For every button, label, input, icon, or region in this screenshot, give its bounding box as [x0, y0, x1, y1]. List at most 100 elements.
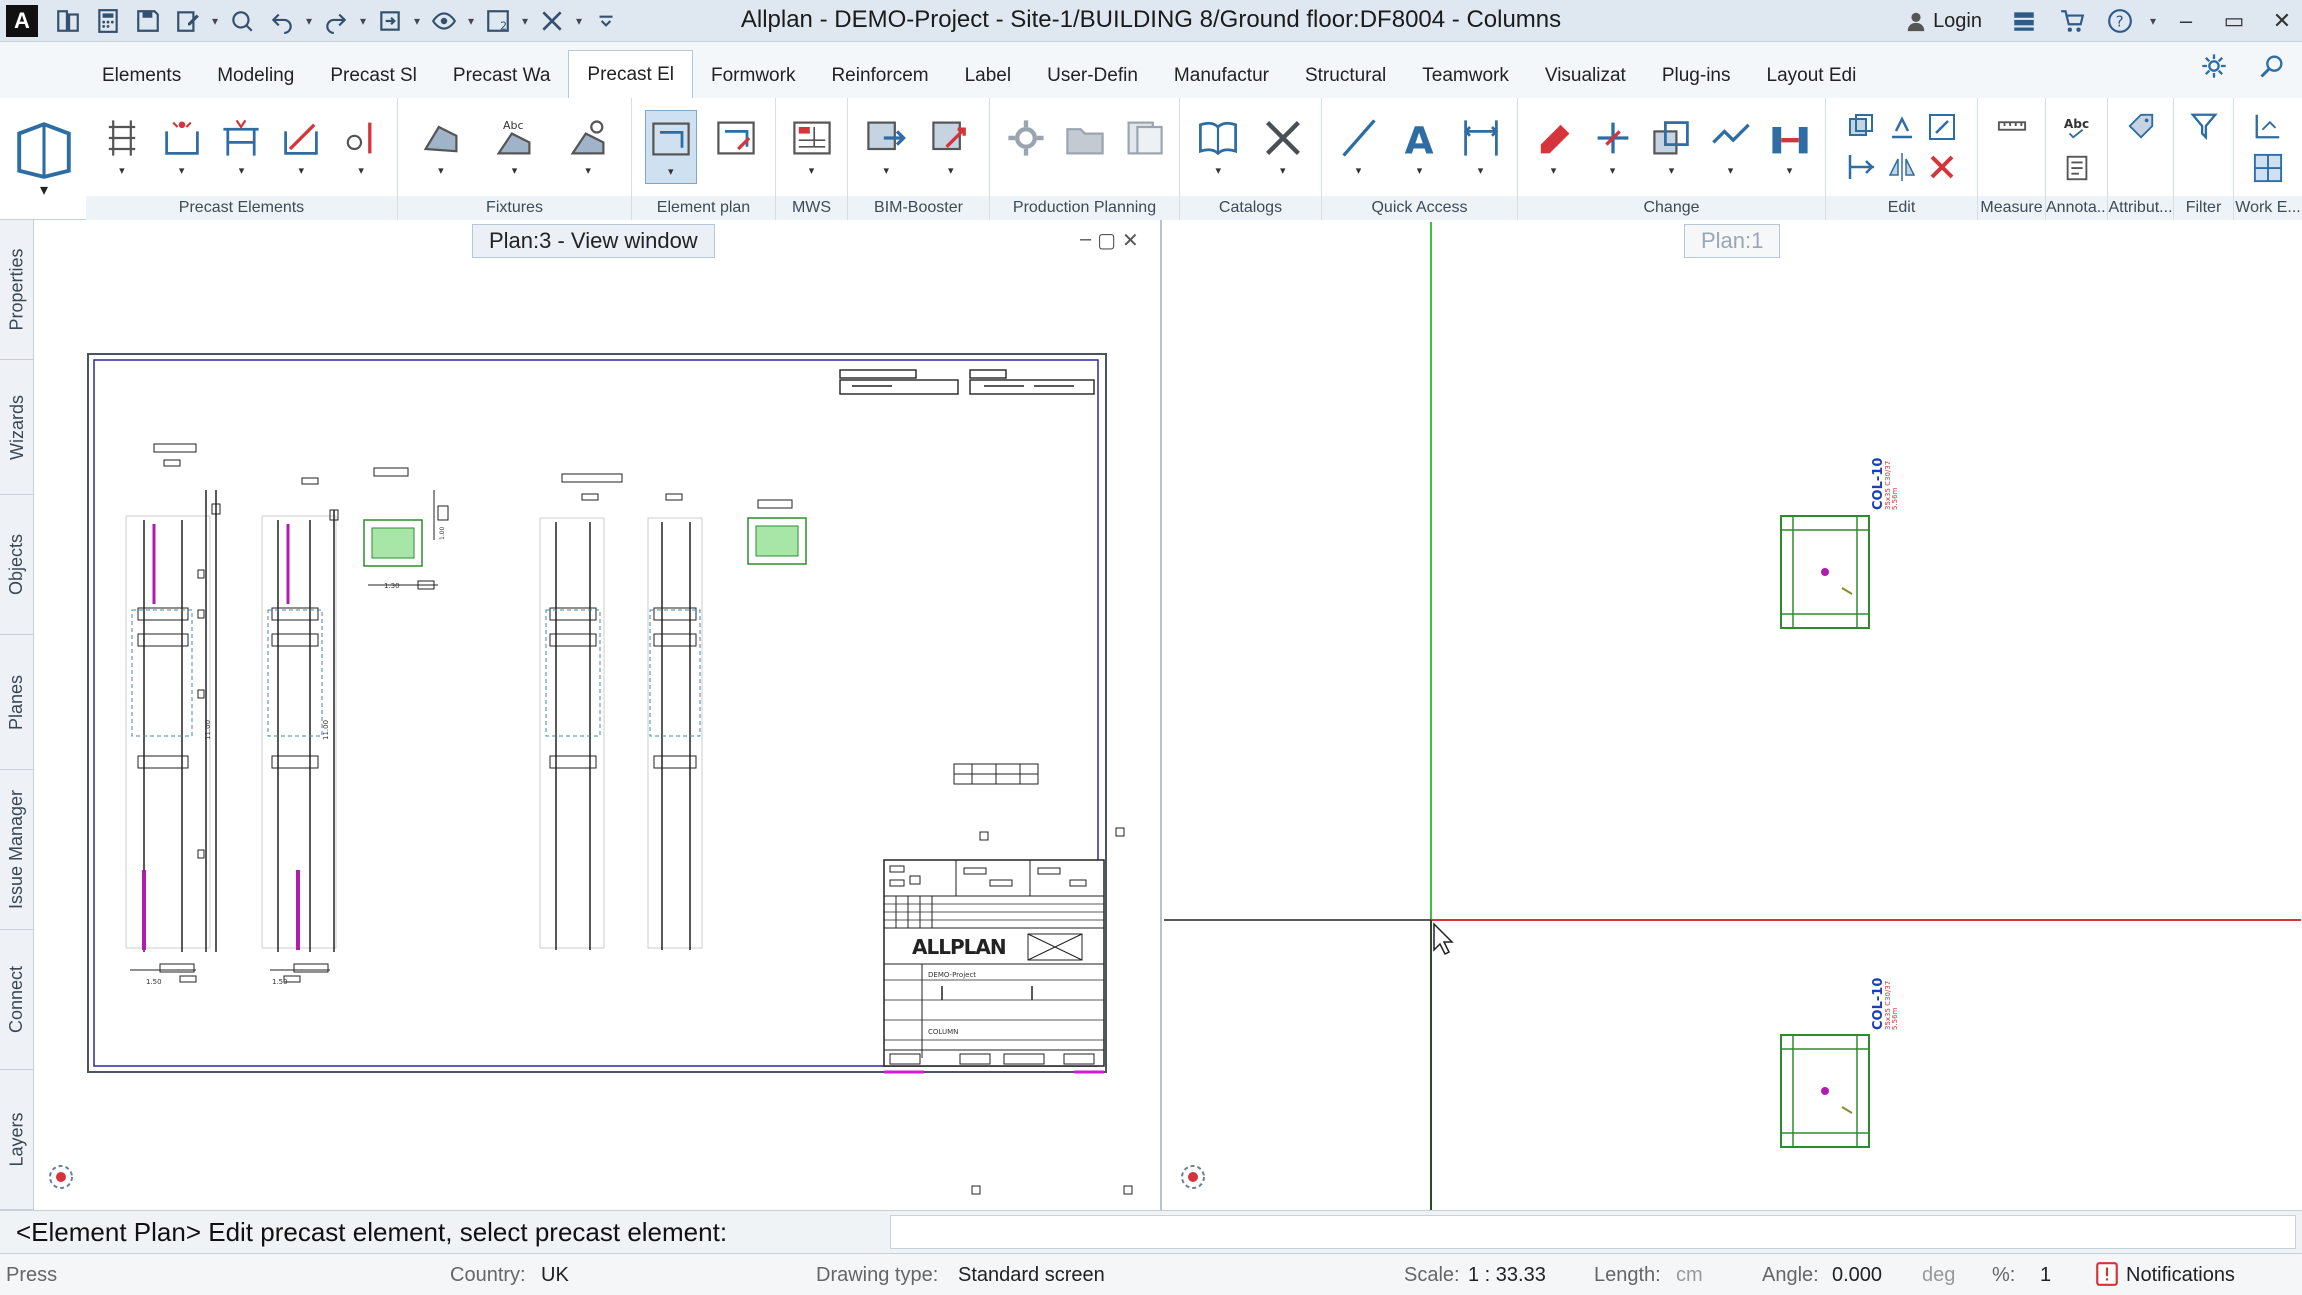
chevron-down-icon[interactable]: ▾ — [304, 14, 314, 28]
column-section-2[interactable] — [747, 499, 807, 565]
mirror-icon[interactable] — [1886, 151, 1918, 183]
undo-icon[interactable] — [264, 5, 300, 37]
column-section-1[interactable]: 1.00 1.30 — [363, 467, 449, 590]
project-icon[interactable] — [50, 5, 86, 37]
minimize-icon[interactable]: – — [2166, 1, 2206, 41]
tab-manufacture[interactable]: Manufactur — [1156, 54, 1287, 98]
redo-icon[interactable] — [318, 5, 354, 37]
title-block[interactable]: ALLPLAN DEMO-Project COLUMN — [883, 859, 1105, 1074]
status-angle-unit[interactable]: deg — [1922, 1264, 1955, 1287]
chevron-down-icon[interactable]: ▾ — [466, 14, 476, 28]
precast-truss-tool[interactable]: ▾ — [215, 110, 267, 184]
layout-grid-icon[interactable] — [2253, 153, 2283, 183]
allplan-logo[interactable]: A — [6, 4, 38, 37]
gear-icon[interactable] — [2200, 52, 2228, 85]
element-plan-edit-tool[interactable] — [710, 110, 762, 184]
chevron-down-icon[interactable]: ▾ — [412, 14, 422, 28]
tab-precast-element[interactable]: Precast El — [568, 50, 693, 98]
tab-label[interactable]: Label — [947, 54, 1030, 98]
layout-sheet[interactable]: 11.00 1.50 11.00 1.50 1.00 1.30 ALLPLAN … — [34, 220, 1162, 1210]
side-tab-planes[interactable]: Planes — [0, 635, 34, 770]
side-tab-connect[interactable]: Connect — [0, 930, 34, 1070]
login-button[interactable]: Login — [1905, 10, 1982, 33]
line-tool[interactable]: ▾ — [1333, 110, 1385, 184]
bim-export-tool[interactable]: ▾ — [860, 110, 912, 184]
tab-plug-ins[interactable]: Plug-ins — [1644, 54, 1749, 98]
chevron-down-icon[interactable]: ▾ — [358, 14, 368, 28]
fixture-place-tool[interactable]: ▾ — [415, 110, 467, 184]
plan-column-1[interactable]: COL-10 35x35 C30/37 5.56m — [1780, 458, 1899, 629]
tab-teamwork[interactable]: Teamwork — [1404, 54, 1527, 98]
notification-alert-icon[interactable] — [2094, 1261, 2120, 1293]
chevron-down-icon[interactable]: ▾ — [210, 14, 220, 28]
navigation-cube-icon[interactable] — [1176, 1160, 1210, 1194]
eye-icon[interactable] — [426, 5, 462, 37]
chevron-down-icon[interactable]: ▾ — [2148, 14, 2158, 28]
chevron-down-icon[interactable]: ▾ — [574, 14, 584, 28]
duplicate-icon[interactable] — [1846, 111, 1878, 143]
navigation-cube-icon[interactable] — [44, 1160, 78, 1194]
production-gear-tool[interactable] — [1000, 110, 1052, 184]
spell-check-icon[interactable]: Abc — [2062, 111, 2092, 141]
view-window-plan-1[interactable]: Plan:1 COL-10 35x35 C30/37 5.56m COL-10 … — [1164, 220, 2302, 1210]
column-elevation-2[interactable]: 11.00 1.50 — [261, 477, 339, 986]
edit-icon[interactable] — [170, 5, 206, 37]
fixture-edit-tool[interactable]: ▾ — [562, 110, 614, 184]
element-plan-launcher[interactable]: ▾ — [6, 102, 82, 216]
view-window-plan-3[interactable]: Plan:3 - View window – ▢ ✕ 11.00 1.50 11… — [34, 220, 1162, 1210]
preview-icon[interactable] — [224, 5, 260, 37]
element-plan-create-tool[interactable]: ▾ — [644, 110, 697, 184]
search-icon[interactable] — [2258, 52, 2286, 85]
work-environment-icon[interactable] — [2253, 111, 2283, 141]
align-icon[interactable] — [1846, 151, 1878, 183]
save-icon[interactable] — [130, 5, 166, 37]
tab-precast-slab[interactable]: Precast Sl — [312, 54, 435, 98]
cart-icon[interactable] — [2052, 1, 2092, 41]
status-angle[interactable]: 0.000 — [1832, 1264, 1882, 1287]
tab-structural[interactable]: Structural — [1287, 54, 1404, 98]
rotate-icon[interactable] — [1886, 111, 1918, 143]
column-elevation-3[interactable] — [539, 473, 623, 950]
layout-icon[interactable]: 2 — [480, 5, 516, 37]
attribute-tag-icon[interactable] — [2126, 111, 2156, 141]
ruler-icon[interactable] — [1997, 111, 2027, 141]
production-folder-tool[interactable] — [1059, 110, 1111, 184]
side-tab-issue-manager[interactable]: Issue Manager — [0, 770, 34, 930]
maximize-icon[interactable]: ▭ — [2214, 1, 2254, 41]
customize-icon[interactable] — [588, 5, 624, 37]
precast-column-tool[interactable]: ▾ — [96, 110, 148, 184]
mws-tool[interactable]: ▾ — [786, 110, 838, 184]
scale-icon[interactable] — [1926, 111, 1958, 143]
column-elevation-1[interactable]: 11.00 1.50 — [125, 443, 221, 986]
precast-stair-tool[interactable]: ▾ — [335, 110, 387, 184]
bim-sync-tool[interactable]: ▾ — [925, 110, 977, 184]
chevron-down-icon[interactable]: ▾ — [520, 14, 530, 28]
refresh-icon[interactable] — [372, 5, 408, 37]
status-scale[interactable]: 1 : 33.33 — [1468, 1264, 1546, 1287]
plan-canvas[interactable]: COL-10 35x35 C30/37 5.56m COL-10 35x35 C… — [1164, 220, 2302, 1210]
tools-icon[interactable] — [534, 5, 570, 37]
delete-tool[interactable]: ▾ — [1528, 110, 1580, 184]
status-drawing-type[interactable]: Standard screen — [958, 1264, 1105, 1287]
fixture-label-tool[interactable]: Abc ▾ — [488, 110, 540, 184]
tab-elements[interactable]: Elements — [84, 54, 199, 98]
production-list-tool[interactable] — [1118, 110, 1170, 184]
status-notifications[interactable]: Notifications — [2126, 1264, 2235, 1287]
tab-user-defined[interactable]: User-Defin — [1029, 54, 1156, 98]
tab-formwork[interactable]: Formwork — [693, 54, 813, 98]
column-elevation-4[interactable] — [647, 493, 703, 950]
help-icon[interactable]: ? — [2100, 1, 2140, 41]
move-tool[interactable]: ▾ — [1587, 110, 1639, 184]
plan-column-2[interactable]: COL-10 35x35 C30/37 5.56m — [1780, 978, 1899, 1148]
note-icon[interactable] — [2062, 153, 2092, 183]
dimension-tool[interactable]: ▾ — [1455, 110, 1507, 184]
stretch-tool[interactable]: ▾ — [1764, 110, 1816, 184]
status-percent[interactable]: 1 — [2040, 1264, 2051, 1287]
precast-modify-tool[interactable]: ▾ — [275, 110, 327, 184]
tab-layout-editor[interactable]: Layout Edi — [1749, 54, 1875, 98]
tab-precast-wall[interactable]: Precast Wa — [435, 54, 569, 98]
text-tool[interactable]: A ▾ — [1394, 110, 1446, 184]
status-country[interactable]: UK — [541, 1264, 569, 1287]
modify-tool[interactable]: ▾ — [1705, 110, 1757, 184]
side-tab-properties[interactable]: Properties — [0, 220, 34, 360]
